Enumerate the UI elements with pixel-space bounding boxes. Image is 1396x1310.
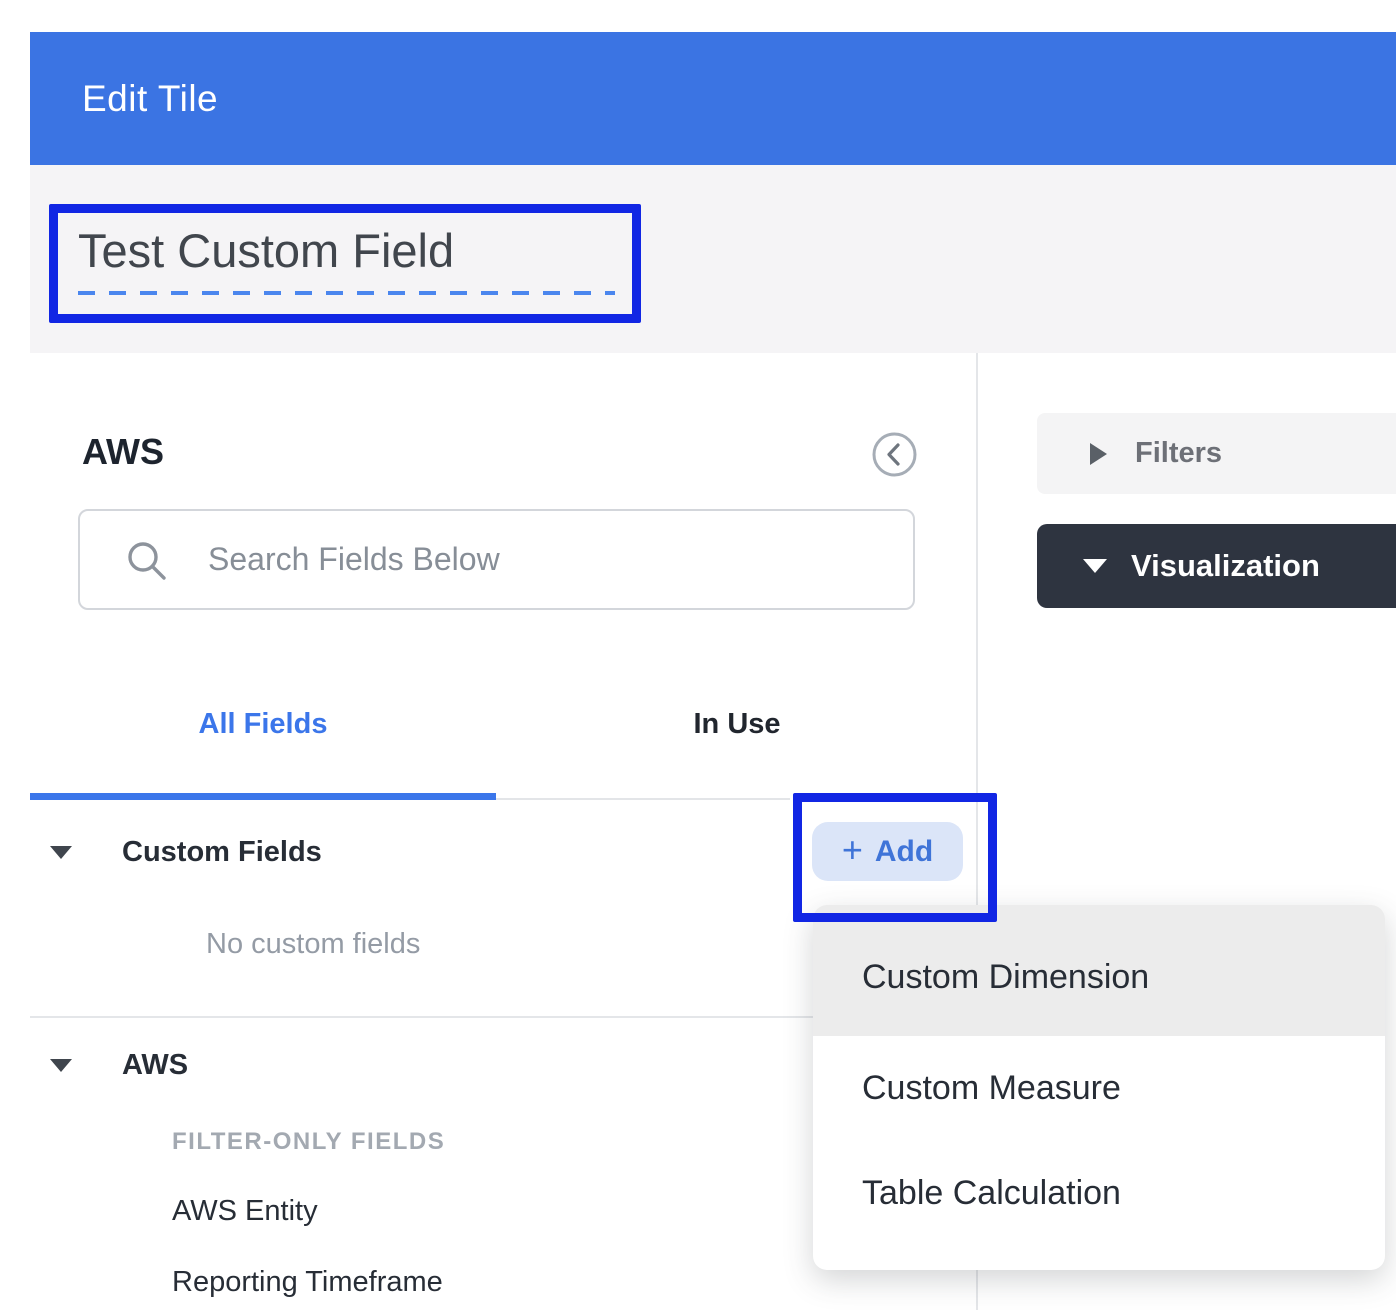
tile-title-input[interactable]: Test Custom Field: [78, 224, 454, 278]
title-input-underline: [78, 291, 615, 295]
triangle-down-icon: [50, 1059, 72, 1072]
filter-only-fields-heading: FILTER-ONLY FIELDS: [172, 1128, 445, 1156]
search-field[interactable]: [78, 509, 915, 610]
explore-name: AWS: [82, 431, 164, 473]
menu-item-table-calculation[interactable]: Table Calculation: [813, 1141, 1385, 1246]
section-label-aws: AWS: [122, 1049, 188, 1082]
filters-section-toggle[interactable]: Filters: [1037, 413, 1396, 494]
dialog-header: Edit Tile: [30, 32, 1396, 165]
tab-all-fields[interactable]: All Fields: [30, 708, 496, 768]
search-input[interactable]: [208, 511, 898, 608]
tab-active-indicator: [30, 793, 496, 800]
section-label-custom-fields: Custom Fields: [122, 836, 322, 869]
field-item-reporting-timeframe[interactable]: Reporting Timeframe: [172, 1266, 443, 1299]
search-icon: [124, 538, 170, 584]
filters-label: Filters: [1135, 437, 1222, 470]
plus-icon: +: [842, 832, 863, 868]
custom-fields-empty-message: No custom fields: [206, 928, 420, 961]
add-button-label: Add: [875, 835, 933, 869]
field-item-aws-entity[interactable]: AWS Entity: [172, 1195, 318, 1228]
chevron-left-circle-icon: [871, 466, 918, 481]
section-header-custom-fields[interactable]: Custom Fields: [50, 836, 322, 869]
dialog-title: Edit Tile: [82, 78, 218, 120]
collapse-panel-button[interactable]: [871, 431, 918, 478]
menu-item-custom-measure[interactable]: Custom Measure: [813, 1036, 1385, 1141]
menu-item-custom-dimension[interactable]: Custom Dimension: [813, 905, 1385, 1036]
triangle-down-icon: [50, 846, 72, 859]
triangle-right-icon: [1090, 443, 1107, 465]
add-custom-field-button[interactable]: + Add: [812, 822, 963, 881]
tab-in-use[interactable]: In Use: [496, 708, 978, 768]
triangle-down-icon: [1083, 559, 1107, 573]
visualization-section-toggle[interactable]: Visualization: [1037, 524, 1396, 608]
edit-tile-dialog: Edit Tile Test Custom Field AWS All Fiel…: [0, 0, 1396, 1310]
section-header-aws[interactable]: AWS: [50, 1049, 188, 1082]
visualization-label: Visualization: [1131, 548, 1320, 584]
add-field-menu: Custom Dimension Custom Measure Table Ca…: [813, 905, 1385, 1270]
